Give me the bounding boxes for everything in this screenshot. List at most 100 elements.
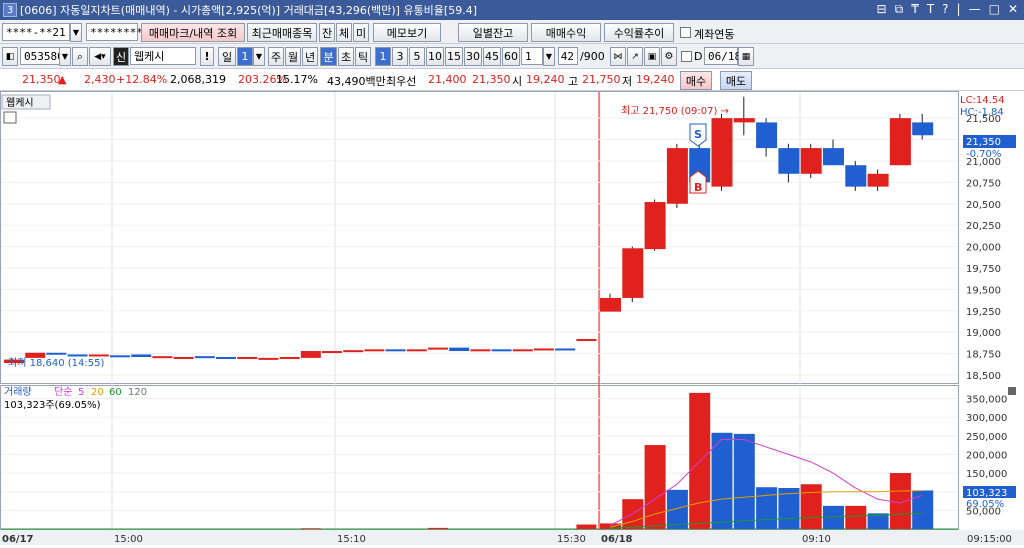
price-tick-label: 19,500 bbox=[966, 285, 1001, 296]
grid-toggle-icon[interactable] bbox=[3, 111, 17, 124]
candle bbox=[711, 118, 733, 187]
volume-tick-label: 150,000 bbox=[966, 469, 1007, 480]
alert-button[interactable]: ! bbox=[200, 47, 214, 66]
panel-collapse-icon[interactable] bbox=[1008, 387, 1016, 395]
volume-bar bbox=[666, 489, 688, 529]
font-icon[interactable]: T bbox=[927, 2, 934, 17]
candle bbox=[110, 355, 130, 358]
close-icon[interactable]: ✕ bbox=[1008, 2, 1018, 17]
volume-legend-ma60: 60 bbox=[109, 387, 122, 398]
interval-60[interactable]: 60 bbox=[502, 47, 520, 66]
memo-button[interactable]: 메모보기 bbox=[373, 23, 441, 42]
candle bbox=[800, 148, 822, 174]
recent-trades-button[interactable]: 최근매매종목 bbox=[247, 23, 317, 42]
stock-code-input[interactable]: 053580 bbox=[20, 47, 64, 65]
tab-month[interactable]: 월 bbox=[285, 47, 301, 66]
filled-button[interactable]: 체 bbox=[336, 23, 352, 42]
account-link-checkbox[interactable] bbox=[680, 27, 691, 38]
price-tick-label: 19,750 bbox=[966, 264, 1001, 275]
draw-tool-icon[interactable]: ↗ bbox=[627, 47, 643, 66]
candle bbox=[576, 339, 597, 342]
stock-code-dropdown[interactable]: ▼ bbox=[59, 47, 71, 66]
volume-legend-ma: 단순 bbox=[54, 386, 72, 398]
period-dropdown[interactable]: ▼ bbox=[253, 47, 265, 66]
account-input[interactable]: ****-**21 bbox=[2, 23, 70, 41]
custom-interval-dropdown[interactable]: ▼ bbox=[543, 47, 555, 66]
candle bbox=[131, 354, 152, 358]
account-dropdown[interactable]: ▼ bbox=[70, 23, 82, 42]
gear-icon[interactable]: ⚙ bbox=[661, 47, 677, 66]
interval-5[interactable]: 5 bbox=[409, 47, 425, 66]
interval-10[interactable]: 10 bbox=[426, 47, 444, 66]
stock-name-field: 웹케시 bbox=[130, 47, 196, 65]
search-icon[interactable]: ⌕ bbox=[72, 47, 88, 66]
candle bbox=[258, 357, 279, 360]
tab-week[interactable]: 주 bbox=[268, 47, 284, 66]
candle bbox=[889, 118, 911, 166]
trade-marks-button[interactable]: 매매마크/내역 조회 bbox=[141, 23, 245, 42]
save-icon[interactable]: ▣ bbox=[644, 47, 660, 66]
period-value[interactable]: 1 bbox=[237, 47, 253, 66]
password-input[interactable]: ******** bbox=[86, 23, 143, 41]
account-toolbar: ****-**21 ▼ ******** 매매마크/내역 조회 최근매매종목 잔… bbox=[0, 20, 1024, 44]
period-day-button[interactable]: 일 bbox=[218, 47, 236, 66]
price-volume-chart[interactable]: 웹케시 LC:14.54 HC:-1.84 21,50021,25021,000… bbox=[0, 91, 1024, 545]
buy-button[interactable]: 매수 bbox=[680, 71, 712, 90]
interval-45[interactable]: 45 bbox=[483, 47, 501, 66]
high-price: 21,750 bbox=[582, 73, 621, 86]
volume-value: 2,068,319 bbox=[170, 73, 226, 86]
custom-interval-input[interactable]: 1 bbox=[521, 47, 543, 65]
window-number: 3 bbox=[3, 3, 17, 17]
quote-bar: 21,350 ▲ 2,430 +12.84% 2,068,319 203.26%… bbox=[0, 69, 1024, 91]
tab-year[interactable]: 년 bbox=[302, 47, 318, 66]
candle bbox=[733, 118, 755, 123]
divider: | bbox=[956, 2, 961, 16]
price-tick-label: 20,250 bbox=[966, 221, 1001, 232]
trade-profit-button[interactable]: 매매수익 bbox=[531, 23, 601, 42]
unfilled-button[interactable]: 미 bbox=[353, 23, 369, 42]
sell-button[interactable]: 매도 bbox=[720, 71, 752, 90]
candle bbox=[364, 349, 385, 352]
volume-bar bbox=[300, 528, 321, 529]
time-axis-label: 15:00 bbox=[114, 534, 143, 545]
date-input[interactable]: 06/18 bbox=[704, 47, 741, 65]
restore-icon[interactable]: ⧉ bbox=[895, 2, 904, 17]
tab-minute[interactable]: 분 bbox=[320, 47, 337, 66]
bar-count-input[interactable]: 42 bbox=[558, 47, 578, 65]
date-checkbox[interactable] bbox=[681, 51, 692, 62]
daily-balance-button[interactable]: 일별잔고 bbox=[458, 23, 528, 42]
speaker-icon[interactable]: ◀▾ bbox=[89, 47, 111, 66]
interval-30[interactable]: 30 bbox=[464, 47, 482, 66]
candle bbox=[534, 348, 554, 351]
maximize-icon[interactable]: □ bbox=[989, 2, 1000, 17]
volume-tick-label: 200,000 bbox=[966, 450, 1007, 461]
calendar-icon[interactable]: ▦ bbox=[738, 47, 754, 66]
balance-button[interactable]: 잔 bbox=[319, 23, 335, 42]
time-axis-bar bbox=[0, 530, 1024, 545]
window-title: [0606] 자동일지차트(매매내역) - 시가총액[2,925(억)] 거래대… bbox=[20, 4, 477, 17]
minimize-icon[interactable]: — bbox=[969, 2, 981, 17]
volume-bar bbox=[800, 484, 822, 529]
profit-trend-button[interactable]: 수익률추이 bbox=[604, 23, 674, 42]
minimize-panel-icon[interactable]: ⊟ bbox=[877, 2, 887, 17]
candle bbox=[491, 349, 512, 352]
candle bbox=[644, 202, 666, 250]
interval-15[interactable]: 15 bbox=[445, 47, 463, 66]
pin-icon[interactable]: ₸ bbox=[911, 2, 919, 17]
up-arrow-icon: ▲ bbox=[58, 73, 67, 86]
tab-tick[interactable]: 틱 bbox=[355, 47, 371, 66]
volume-info: 103,323주(69.05%) bbox=[4, 400, 101, 411]
volume-legend-ma20: 20 bbox=[91, 387, 104, 398]
interval-1[interactable]: 1 bbox=[375, 47, 391, 66]
layout-icon[interactable]: ◧ bbox=[2, 47, 18, 66]
tab-second[interactable]: 초 bbox=[338, 47, 354, 66]
interval-3[interactable]: 3 bbox=[392, 47, 408, 66]
candle bbox=[470, 349, 491, 352]
candle bbox=[449, 347, 470, 352]
price-tick-label: 19,000 bbox=[966, 328, 1001, 339]
indicator-icon[interactable]: ⋈ bbox=[610, 47, 626, 66]
candle bbox=[322, 351, 342, 354]
chart-toolbar: ◧ 053580 ▼ ⌕ ◀▾ 신 웹케시 ! 일 1 ▼ 주 월 년 분 초 … bbox=[0, 44, 1024, 69]
help-icon[interactable]: ? bbox=[942, 2, 948, 17]
chart-area[interactable]: 웹케시 LC:14.54 HC:-1.84 21,50021,25021,000… bbox=[0, 91, 1024, 545]
